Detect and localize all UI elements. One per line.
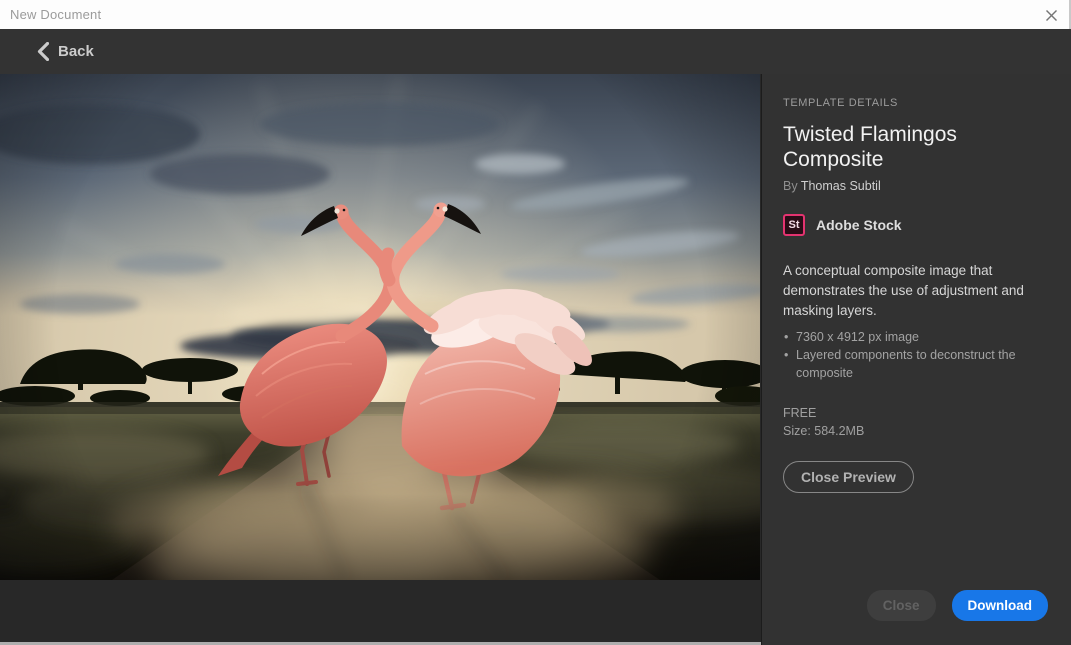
source-label: Adobe Stock — [816, 217, 902, 233]
close-icon[interactable] — [1041, 5, 1061, 25]
section-label: TEMPLATE DETAILS — [783, 97, 1051, 109]
dialog-title: New Document — [10, 7, 101, 22]
footer-actions: Close Download — [867, 590, 1048, 621]
author-name: Thomas Subtil — [801, 179, 881, 193]
template-preview: Conceptual composite photo of two flamin… — [0, 74, 761, 645]
price-label: FREE — [783, 404, 1051, 422]
close-button[interactable]: Close — [867, 590, 936, 621]
spec-item: 7360 x 4912 px image — [783, 328, 1033, 346]
size-label: Size: 584.2MB — [783, 422, 1051, 440]
template-spec-list: 7360 x 4912 px image Layered components … — [783, 328, 1051, 382]
download-button[interactable]: Download — [952, 590, 1049, 621]
byline: By Thomas Subtil — [783, 179, 1051, 193]
new-document-dialog: New Document Back Conceptual composite p… — [0, 0, 1071, 645]
spec-item: Layered components to deconstruct the co… — [783, 346, 1033, 382]
dialog-content: Conceptual composite photo of two flamin… — [0, 74, 1071, 645]
adobe-stock-icon: St — [783, 214, 805, 236]
dialog-titlebar: New Document — [0, 0, 1071, 29]
x-glyph — [1045, 9, 1058, 22]
template-description: A conceptual composite image that demons… — [783, 261, 1041, 321]
template-title: Twisted Flamingos Composite — [783, 122, 1051, 172]
template-details-panel: TEMPLATE DETAILS Twisted Flamingos Compo… — [761, 74, 1071, 645]
back-label: Back — [58, 43, 94, 60]
chevron-left-icon — [37, 42, 49, 61]
source-row: St Adobe Stock — [783, 214, 1051, 236]
vignette — [0, 74, 760, 580]
back-button[interactable]: Back — [37, 42, 94, 61]
close-preview-button[interactable]: Close Preview — [783, 461, 914, 493]
template-preview-image: Conceptual composite photo of two flamin… — [0, 74, 760, 580]
byline-prefix: By — [783, 179, 801, 193]
back-toolbar: Back — [0, 29, 1071, 74]
